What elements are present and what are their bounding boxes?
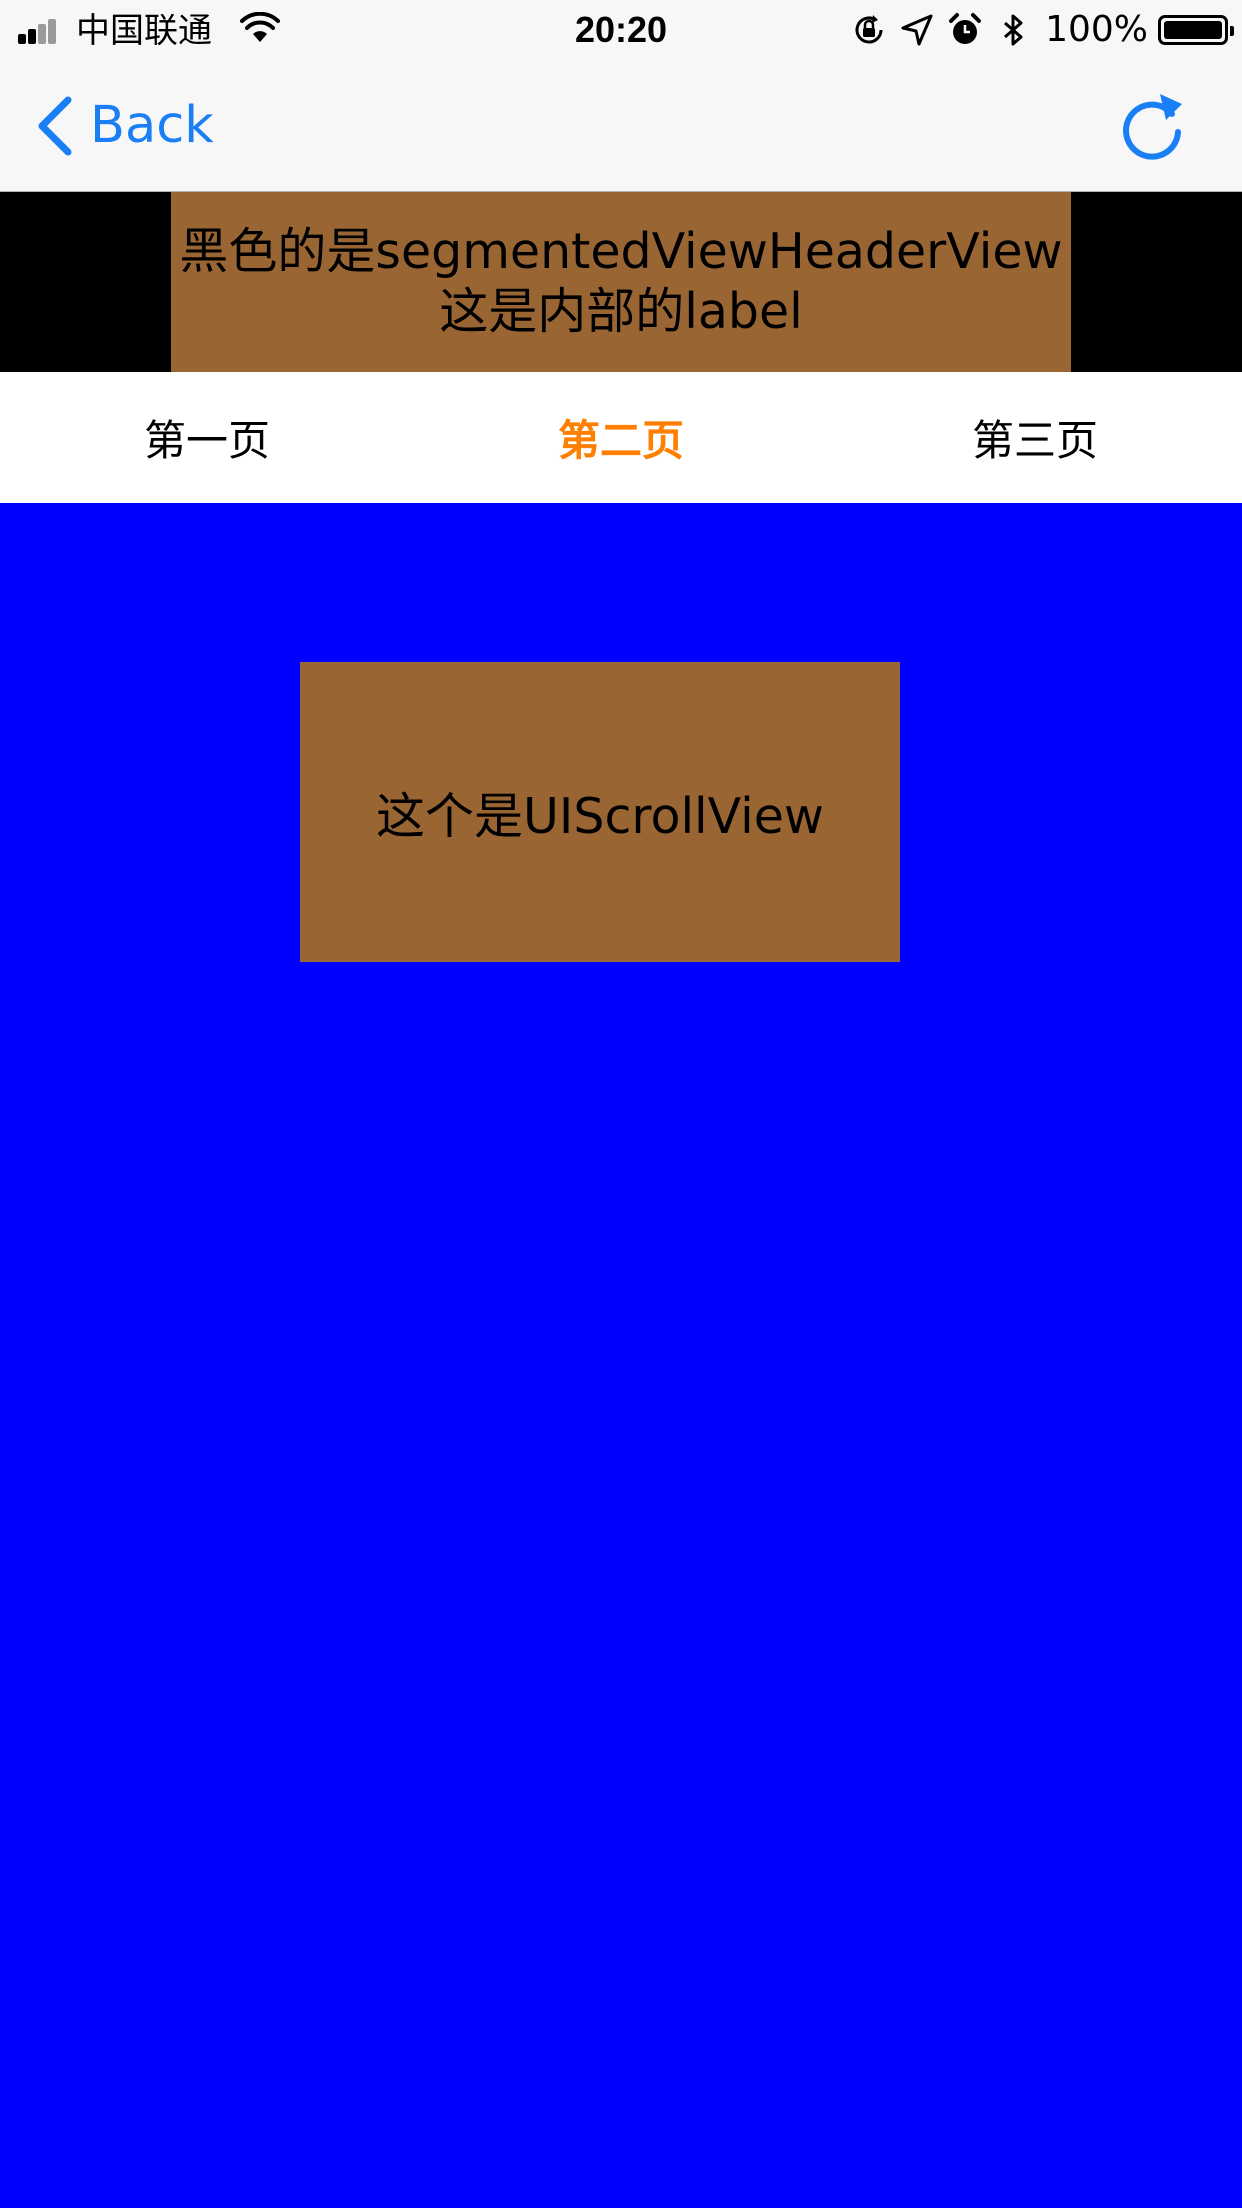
battery-icon (1158, 15, 1234, 45)
scroll-view[interactable]: 这个是UIScrollView (300, 662, 900, 962)
battery-percent: 100% (1045, 9, 1148, 50)
location-icon (901, 14, 933, 46)
alarm-icon (949, 13, 982, 44)
content-area[interactable]: 这个是UIScrollView (0, 503, 1242, 2208)
header-label: 黑色的是segmentedViewHeaderView 这是内部的label (171, 192, 1071, 372)
refresh-icon[interactable] (1114, 90, 1190, 166)
header-label-line1: 黑色的是segmentedViewHeaderView (179, 223, 1063, 280)
tab-page-3[interactable]: 第三页 (828, 372, 1242, 503)
navigation-bar: Back (0, 62, 1242, 192)
back-label: Back (90, 96, 214, 155)
tab-page-2[interactable]: 第二页 (414, 372, 828, 503)
header-label-line2: 这是内部的label (439, 283, 803, 340)
segmented-header-view: 黑色的是segmentedViewHeaderView 这是内部的label (0, 192, 1242, 372)
scroll-view-label: 这个是UIScrollView (376, 787, 824, 845)
bluetooth-icon (1004, 14, 1023, 46)
chevron-left-icon (38, 96, 72, 156)
status-bar: 中国联通 20:20 100% (0, 0, 1242, 62)
orientation-lock-icon (855, 15, 883, 44)
segment-tabs: 第一页 第二页 第三页 (0, 372, 1242, 503)
back-button[interactable]: Back (32, 90, 214, 162)
tab-page-1[interactable]: 第一页 (0, 372, 414, 503)
